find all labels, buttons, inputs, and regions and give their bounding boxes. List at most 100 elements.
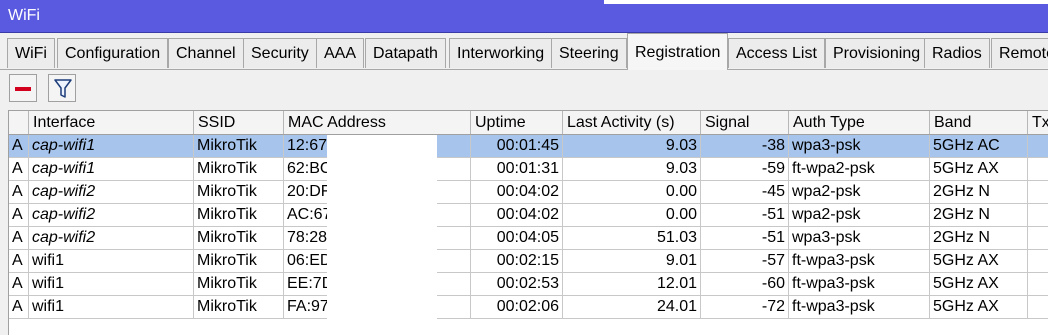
column-header-interface[interactable]: Interface ∕ <box>29 111 194 134</box>
column-header-tx[interactable]: Tx <box>1028 111 1048 134</box>
tab-radios[interactable]: Radios <box>924 38 990 68</box>
cell-uptime: 00:04:02 <box>471 204 563 226</box>
redaction-block <box>327 135 437 319</box>
tab-steering[interactable]: Steering <box>551 38 627 68</box>
cell-signal: -59 <box>701 158 789 180</box>
tab-aaa[interactable]: AAA <box>316 38 365 68</box>
column-header-mac-address[interactable]: MAC Address <box>284 111 471 134</box>
cell-signal: -38 <box>701 135 789 157</box>
cell-flag: A <box>9 227 29 249</box>
toolbar <box>0 70 1048 108</box>
cell-ssid: MikroTik <box>194 273 284 295</box>
cell-last-activity: 51.03 <box>563 227 701 249</box>
column-header-flags[interactable] <box>9 111 29 134</box>
cell-auth-type: wpa2-psk <box>789 204 930 226</box>
cell-tx <box>1028 181 1048 203</box>
table-row[interactable]: A wifi1 MikroTik FA:97 00:02:06 24.01 -7… <box>9 296 1048 319</box>
cell-band: 2GHz N <box>930 181 1028 203</box>
cell-band: 5GHz AX <box>930 273 1028 295</box>
cell-band: 2GHz N <box>930 204 1028 226</box>
table-row[interactable]: A cap-wifi1 MikroTik 12:67 00:01:45 9.03… <box>9 135 1048 158</box>
minus-icon <box>15 87 31 91</box>
cell-flag: A <box>9 296 29 318</box>
cell-interface: wifi1 <box>29 273 194 295</box>
remove-button[interactable] <box>9 74 37 102</box>
column-header-band[interactable]: Band <box>930 111 1028 134</box>
tab-bar: WiFi Configuration Channel Security AAA … <box>0 33 1048 70</box>
cell-last-activity: 9.03 <box>563 158 701 180</box>
cell-ssid: MikroTik <box>194 135 284 157</box>
window-title: WiFi <box>8 7 40 24</box>
cell-signal: -45 <box>701 181 789 203</box>
cell-auth-type: wpa3-psk <box>789 227 930 249</box>
cell-auth-type: ft-wpa2-psk <box>789 158 930 180</box>
cell-ssid: MikroTik <box>194 250 284 272</box>
column-header-uptime[interactable]: Uptime <box>471 111 563 134</box>
column-header-signal[interactable]: Signal <box>701 111 789 134</box>
tab-configuration[interactable]: Configuration <box>57 38 169 68</box>
cell-band: 5GHz AC <box>930 135 1028 157</box>
tab-remote[interactable]: Remote <box>991 38 1048 68</box>
cell-last-activity: 0.00 <box>563 181 701 203</box>
cell-last-activity: 9.03 <box>563 135 701 157</box>
table-header: Interface ∕ SSID MAC Address Uptime Last… <box>9 111 1048 135</box>
cell-last-activity: 0.00 <box>563 204 701 226</box>
table-row[interactable]: A cap-wifi1 MikroTik 62:BC 00:01:31 9.03… <box>9 158 1048 181</box>
cell-ssid: MikroTik <box>194 204 284 226</box>
tab-channel[interactable]: Channel <box>168 38 244 68</box>
cell-uptime: 00:04:05 <box>471 227 563 249</box>
filter-button[interactable] <box>48 74 76 102</box>
cell-band: 5GHz AX <box>930 296 1028 318</box>
cell-signal: -51 <box>701 204 789 226</box>
tab-datapath[interactable]: Datapath <box>365 38 446 68</box>
cell-uptime: 00:02:53 <box>471 273 563 295</box>
tab-provisioning[interactable]: Provisioning <box>825 38 929 68</box>
tab-registration[interactable]: Registration <box>627 33 729 70</box>
table-row[interactable]: A cap-wifi2 MikroTik AC:67 00:04:02 0.00… <box>9 204 1048 227</box>
column-header-ssid[interactable]: SSID <box>194 111 284 134</box>
cell-tx <box>1028 158 1048 180</box>
cell-tx <box>1028 204 1048 226</box>
filter-icon <box>54 79 72 98</box>
column-header-interface-label: Interface <box>33 114 96 131</box>
column-header-last-activity[interactable]: Last Activity (s) <box>563 111 701 134</box>
table-row[interactable]: A wifi1 MikroTik EE:7D 00:02:53 12.01 -6… <box>9 273 1048 296</box>
tab-security[interactable]: Security <box>243 38 317 68</box>
cell-band: 2GHz N <box>930 227 1028 249</box>
cell-ssid: MikroTik <box>194 181 284 203</box>
cell-flag: A <box>9 250 29 272</box>
column-header-auth-type[interactable]: Auth Type <box>789 111 930 134</box>
cell-tx <box>1028 296 1048 318</box>
cell-flag: A <box>9 135 29 157</box>
cell-auth-type: ft-wpa3-psk <box>789 296 930 318</box>
tab-access-list[interactable]: Access List <box>728 38 825 68</box>
cell-tx <box>1028 227 1048 249</box>
cell-ssid: MikroTik <box>194 227 284 249</box>
cell-auth-type: ft-wpa3-psk <box>789 273 930 295</box>
cell-uptime: 00:01:31 <box>471 158 563 180</box>
table-row[interactable]: A wifi1 MikroTik 06:ED 00:02:15 9.01 -57… <box>9 250 1048 273</box>
cell-tx <box>1028 135 1048 157</box>
titlebar-highlight <box>604 0 1048 4</box>
cell-interface: cap-wifi2 <box>29 181 194 203</box>
tab-wifi[interactable]: WiFi <box>7 38 55 68</box>
cell-ssid: MikroTik <box>194 296 284 318</box>
cell-last-activity: 12.01 <box>563 273 701 295</box>
cell-band: 5GHz AX <box>930 250 1028 272</box>
cell-uptime: 00:01:45 <box>471 135 563 157</box>
cell-uptime: 00:02:15 <box>471 250 563 272</box>
cell-signal: -72 <box>701 296 789 318</box>
cell-last-activity: 9.01 <box>563 250 701 272</box>
cell-signal: -60 <box>701 273 789 295</box>
cell-interface: cap-wifi2 <box>29 204 194 226</box>
cell-interface: cap-wifi1 <box>29 158 194 180</box>
table-row[interactable]: A cap-wifi2 MikroTik 78:28 00:04:05 51.0… <box>9 227 1048 250</box>
cell-interface: cap-wifi2 <box>29 227 194 249</box>
cell-tx <box>1028 273 1048 295</box>
window-titlebar: WiFi <box>0 0 1048 33</box>
tab-interworking[interactable]: Interworking <box>449 38 553 68</box>
cell-flag: A <box>9 273 29 295</box>
table-row[interactable]: A cap-wifi2 MikroTik 20:DF 00:04:02 0.00… <box>9 181 1048 204</box>
cell-interface: cap-wifi1 <box>29 135 194 157</box>
cell-auth-type: ft-wpa3-psk <box>789 250 930 272</box>
